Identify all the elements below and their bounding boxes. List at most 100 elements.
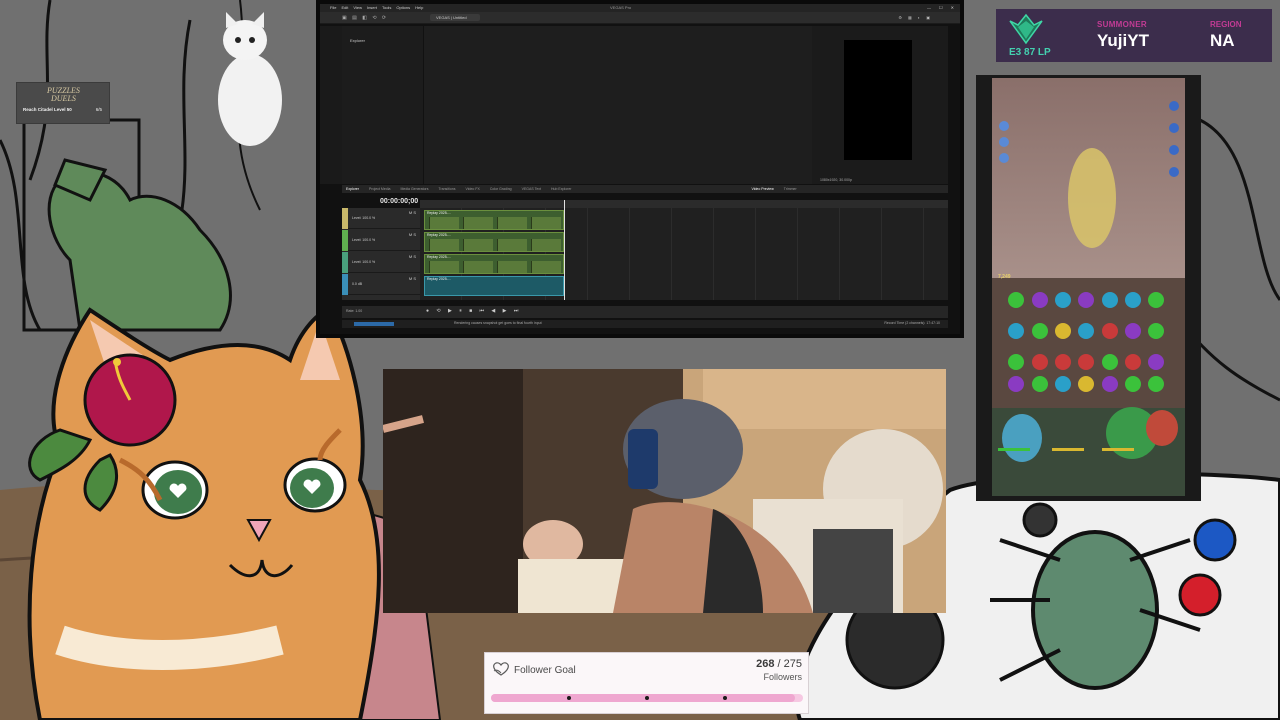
- status-text: Rendering causes snapshot get goes to fi…: [454, 321, 542, 325]
- video-preview: [844, 40, 912, 160]
- timeline[interactable]: Replay 2025-... Replay 2025-... Replay 2…: [420, 200, 948, 300]
- tab-vegas-text[interactable]: VEGAS Text: [522, 185, 541, 193]
- preview-toolbar[interactable]: ⚙ ▦ ◐ ▣: [898, 15, 930, 20]
- quest-text: Reach Citadel Level 50: [23, 107, 72, 112]
- mute-solo-buttons[interactable]: M S: [409, 232, 416, 237]
- editor-window-tabs: Explorer Project Media Media Generators …: [342, 185, 948, 193]
- menu-item-help[interactable]: Help: [415, 5, 423, 10]
- mute-solo-buttons[interactable]: M S: [409, 276, 416, 281]
- menu-item-file[interactable]: File: [330, 5, 336, 10]
- goal-unit: Followers: [763, 672, 802, 682]
- tab-video-fx[interactable]: Video FX: [465, 185, 479, 193]
- clip-label: Replay 2025-...: [427, 277, 451, 281]
- video-clip[interactable]: Replay 2025-...: [424, 232, 564, 252]
- emerald-rank-icon: [1009, 13, 1043, 45]
- mobile-game-capture: 7,249: [976, 75, 1201, 501]
- webcam-feed: [383, 369, 946, 613]
- editor-workarea: [424, 26, 812, 184]
- playhead[interactable]: [564, 200, 565, 300]
- tab-hub-explorer[interactable]: Hub Explorer: [551, 185, 571, 193]
- track-level: Level: 100.0 %: [352, 216, 376, 220]
- explorer-panel: Explorer: [342, 26, 424, 184]
- project-tab[interactable]: VEGAS | Untitled: [430, 14, 480, 21]
- tab-media-generators[interactable]: Media Generators: [400, 185, 428, 193]
- window-controls: — ☐ ✕: [927, 5, 954, 10]
- orange-cat-avatar: [27, 307, 381, 720]
- rank-tier: E3: [1009, 47, 1022, 58]
- track-header[interactable]: 0.0 dB M S: [342, 274, 420, 295]
- game-logo-line2: DUELS: [51, 94, 76, 103]
- quest-widget: PUZZLES DUELS Reach Citadel Level 50 6/5: [16, 82, 110, 124]
- editor-toolbar: ▣ ▤ ◧ ⟲ ⟳ VEGAS | Untitled ⚙ ▦ ◐ ▣: [320, 12, 960, 24]
- toolbar-icons[interactable]: ▣ ▤ ◧ ⟲ ⟳: [342, 15, 388, 21]
- goal-progress-track: [491, 694, 803, 702]
- webcam-image: [383, 369, 946, 613]
- maximize-icon[interactable]: ☐: [939, 5, 943, 10]
- puzzle-game-image: 7,249: [992, 78, 1185, 496]
- goal-progress-fill: [491, 694, 796, 702]
- goal-current: 268: [756, 658, 775, 670]
- video-clip[interactable]: Replay 2025-...: [424, 254, 564, 274]
- menu-item-edit[interactable]: Edit: [341, 5, 348, 10]
- menu-item-tools[interactable]: Tools: [382, 5, 391, 10]
- mute-solo-buttons[interactable]: M S: [409, 210, 416, 215]
- track-level: Level: 100.0 %: [352, 260, 376, 264]
- menu-item-view[interactable]: View: [353, 5, 362, 10]
- rank-badge: E3 87 LP SUMMONER YujiYT REGION NA: [996, 9, 1272, 62]
- tab-explorer[interactable]: Explorer: [346, 185, 359, 193]
- goal-milestone-marker: [645, 696, 649, 700]
- video-preview-pane: 1080x1920, 30.000p: [812, 26, 948, 184]
- goal-count: 268 / 275: [756, 658, 802, 670]
- track-header[interactable]: Level: 100.0 % M S: [342, 230, 420, 251]
- tab-color-grading[interactable]: Color Grading: [490, 185, 512, 193]
- editor-titlebar: File Edit View Insert Tools Options Help…: [320, 4, 960, 12]
- clip-label: Replay 2025-...: [427, 233, 451, 237]
- follower-heart-icon: [493, 662, 509, 676]
- goal-milestone-marker: [723, 696, 727, 700]
- transport-controls[interactable]: ● ⟲ ▶ ⏸ ■ ⏮ ◀ ▶ ⏭: [426, 308, 521, 314]
- editor-window-title: VEGAS Pro: [610, 5, 632, 10]
- tab-transitions[interactable]: Transitions: [438, 185, 455, 193]
- track-color: [342, 208, 348, 229]
- explorer-label[interactable]: Explorer: [350, 38, 365, 43]
- track-headers: Level: 100.0 % M S Level: 100.0 % M S Le…: [342, 208, 420, 300]
- tab-trimmer[interactable]: Trimmer: [784, 185, 797, 193]
- transport-bar: Rate: 1.00 ● ⟲ ▶ ⏸ ■ ⏮ ◀ ▶ ⏭: [342, 306, 948, 318]
- menu-item-options[interactable]: Options: [396, 5, 410, 10]
- track-color: [342, 230, 348, 251]
- video-clip[interactable]: Replay 2025-...: [424, 210, 564, 230]
- tab-video-preview[interactable]: Video Preview: [751, 185, 773, 193]
- track-color: [342, 274, 348, 295]
- goal-target: 275: [783, 658, 802, 670]
- render-progress-bar: [354, 322, 394, 326]
- close-icon[interactable]: ✕: [951, 5, 954, 10]
- clip-label: Replay 2025-...: [427, 211, 451, 215]
- summoner-label: SUMMONER: [1097, 20, 1147, 29]
- puzzle-game-screen: 7,249: [992, 78, 1185, 496]
- summoner-name: YujiYT: [1097, 31, 1149, 50]
- region-name: NA: [1210, 31, 1235, 50]
- tab-project-media[interactable]: Project Media: [369, 185, 390, 193]
- region-label: REGION: [1210, 20, 1242, 29]
- track-header[interactable]: Level: 100.0 % M S: [342, 208, 420, 229]
- mute-solo-buttons[interactable]: M S: [409, 254, 416, 259]
- audio-clip[interactable]: Replay 2025-...: [424, 276, 564, 296]
- minimize-icon[interactable]: —: [927, 5, 931, 10]
- timecode-display: 00:00:00;00: [380, 198, 419, 205]
- rank-lp: E3 87 LP: [1009, 47, 1051, 58]
- timeline-ruler[interactable]: [420, 200, 948, 208]
- game-logo: PUZZLES DUELS: [47, 87, 80, 103]
- preview-info: 1080x1920, 30.000p: [820, 178, 852, 182]
- rank-lp-value: 87 LP: [1024, 47, 1051, 58]
- status-record-time: Record Time (2 channels): 17:47:10: [884, 321, 940, 325]
- track-color: [342, 252, 348, 273]
- menu-item-insert[interactable]: Insert: [367, 5, 377, 10]
- track-header[interactable]: Level: 100.0 % M S: [342, 252, 420, 273]
- track-level: 0.0 dB: [352, 282, 363, 286]
- goal-title: Follower Goal: [514, 665, 576, 676]
- track-level: Level: 100.0 %: [352, 238, 376, 242]
- editor-menu: File Edit View Insert Tools Options Help: [330, 5, 423, 10]
- svg-text:7,249: 7,249: [998, 274, 1011, 280]
- rate-label: Rate: 1.00: [346, 309, 363, 313]
- quest-progress: 6/5: [95, 107, 102, 112]
